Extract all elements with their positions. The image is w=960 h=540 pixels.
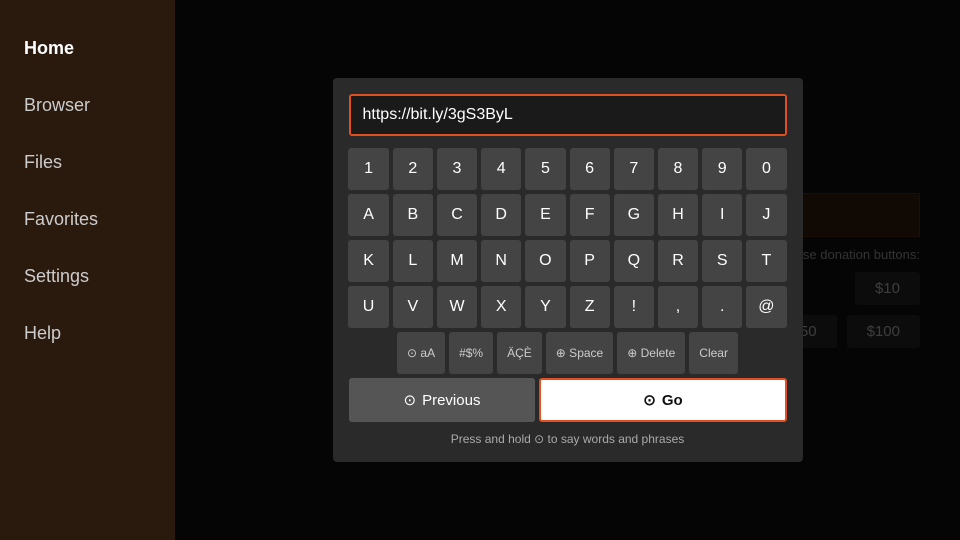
key-case[interactable]: ⊙ aA: [397, 332, 445, 374]
sidebar-item-help[interactable]: Help: [0, 305, 175, 362]
key-k[interactable]: K: [348, 240, 388, 282]
key-x[interactable]: X: [481, 286, 521, 328]
sidebar-item-favorites[interactable]: Favorites: [0, 191, 175, 248]
key-a[interactable]: A: [348, 194, 388, 236]
key-3[interactable]: 3: [437, 148, 477, 190]
key-delete[interactable]: ⊕ Delete: [617, 332, 685, 374]
key-row-u-at: U V W X Y Z ! , . @: [349, 286, 787, 328]
url-input-wrapper[interactable]: [349, 94, 787, 136]
url-input[interactable]: [351, 96, 785, 134]
key-b[interactable]: B: [393, 194, 433, 236]
key-2[interactable]: 2: [393, 148, 433, 190]
key-row-a-j: A B C D E F G H I J: [349, 194, 787, 236]
key-l[interactable]: L: [393, 240, 433, 282]
previous-label: Previous: [422, 392, 480, 409]
virtual-keyboard: 1 2 3 4 5 6 7 8 9 0 A B C D E: [349, 148, 787, 374]
keyboard-dialog: 1 2 3 4 5 6 7 8 9 0 A B C D E: [333, 78, 803, 462]
sidebar: Home Browser Files Favorites Settings He…: [0, 0, 175, 540]
key-g[interactable]: G: [614, 194, 654, 236]
key-1[interactable]: 1: [348, 148, 388, 190]
sidebar-item-files[interactable]: Files: [0, 134, 175, 191]
key-space[interactable]: ⊕ Space: [546, 332, 613, 374]
dialog-overlay: 1 2 3 4 5 6 7 8 9 0 A B C D E: [175, 0, 960, 540]
key-e[interactable]: E: [525, 194, 565, 236]
go-button[interactable]: ⊙ Go: [539, 378, 786, 422]
key-f[interactable]: F: [570, 194, 610, 236]
key-9[interactable]: 9: [702, 148, 742, 190]
key-7[interactable]: 7: [614, 148, 654, 190]
key-5[interactable]: 5: [525, 148, 565, 190]
main-content: lease donation buttons: $10 $20 $50 $100…: [175, 0, 960, 540]
key-exclaim[interactable]: !: [614, 286, 654, 328]
key-t[interactable]: T: [746, 240, 786, 282]
key-comma[interactable]: ,: [658, 286, 698, 328]
key-symbols[interactable]: #$%: [449, 332, 493, 374]
previous-button[interactable]: ⊙ Previous: [349, 378, 536, 422]
key-y[interactable]: Y: [525, 286, 565, 328]
key-8[interactable]: 8: [658, 148, 698, 190]
key-period[interactable]: .: [702, 286, 742, 328]
key-o[interactable]: O: [525, 240, 565, 282]
key-d[interactable]: D: [481, 194, 521, 236]
sidebar-item-browser[interactable]: Browser: [0, 77, 175, 134]
key-at[interactable]: @: [746, 286, 786, 328]
sidebar-item-home[interactable]: Home: [0, 20, 175, 77]
key-4[interactable]: 4: [481, 148, 521, 190]
key-i[interactable]: I: [702, 194, 742, 236]
key-row-numbers: 1 2 3 4 5 6 7 8 9 0: [349, 148, 787, 190]
key-clear[interactable]: Clear: [689, 332, 738, 374]
key-z[interactable]: Z: [570, 286, 610, 328]
sidebar-item-settings[interactable]: Settings: [0, 248, 175, 305]
key-0[interactable]: 0: [746, 148, 786, 190]
key-w[interactable]: W: [437, 286, 477, 328]
key-accents[interactable]: ÄÇÈ: [497, 332, 542, 374]
key-h[interactable]: H: [658, 194, 698, 236]
key-r[interactable]: R: [658, 240, 698, 282]
bottom-buttons: ⊙ Previous ⊙ Go: [349, 378, 787, 422]
key-s[interactable]: S: [702, 240, 742, 282]
key-u[interactable]: U: [348, 286, 388, 328]
key-v[interactable]: V: [393, 286, 433, 328]
key-n[interactable]: N: [481, 240, 521, 282]
key-j[interactable]: J: [746, 194, 786, 236]
go-circle-icon: ⊙: [643, 391, 656, 409]
key-p[interactable]: P: [570, 240, 610, 282]
key-c[interactable]: C: [437, 194, 477, 236]
previous-circle-icon: ⊙: [404, 391, 417, 409]
key-m[interactable]: M: [437, 240, 477, 282]
key-row-special: ⊙ aA #$% ÄÇÈ ⊕ Space ⊕ Delete Clear: [349, 332, 787, 374]
go-label: Go: [662, 392, 683, 409]
key-6[interactable]: 6: [570, 148, 610, 190]
voice-hint: Press and hold ⊙ to say words and phrase…: [349, 432, 787, 446]
key-q[interactable]: Q: [614, 240, 654, 282]
key-row-k-t: K L M N O P Q R S T: [349, 240, 787, 282]
